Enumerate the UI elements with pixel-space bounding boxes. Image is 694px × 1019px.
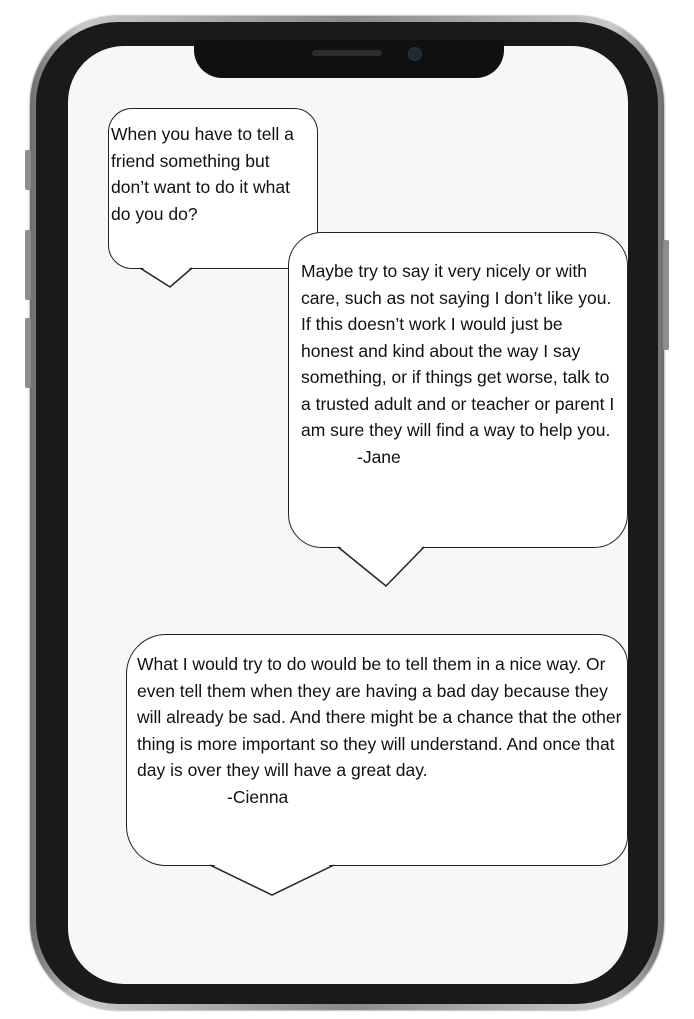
bubble-tail-question: [140, 266, 193, 288]
speech-bubble-reply-cienna: What I would try to do would be to tell …: [126, 634, 628, 866]
speech-bubble-reply-jane: Maybe try to say it very nicely or with …: [288, 232, 628, 548]
reply-cienna-text: What I would try to do would be to tell …: [137, 654, 622, 780]
bubble-tail-jane: [338, 545, 425, 588]
front-camera-icon: [408, 47, 422, 61]
side-button-silent: [25, 150, 31, 190]
speaker-grille: [312, 50, 382, 56]
stage: When you have to tell a friend something…: [0, 0, 694, 1019]
notch: [194, 40, 504, 78]
speech-bubble-question: When you have to tell a friend something…: [108, 108, 318, 269]
side-button-volume-up: [25, 230, 31, 300]
reply-jane-signature: -Jane: [357, 446, 401, 467]
reply-cienna-signature: -Cienna: [227, 786, 289, 807]
reply-jane-text: Maybe try to say it very nicely or with …: [301, 261, 615, 440]
side-button-volume-down: [25, 318, 31, 388]
bubble-tail-cienna: [210, 863, 335, 896]
question-text: When you have to tell a friend something…: [111, 124, 294, 224]
side-button-power: [663, 240, 669, 350]
